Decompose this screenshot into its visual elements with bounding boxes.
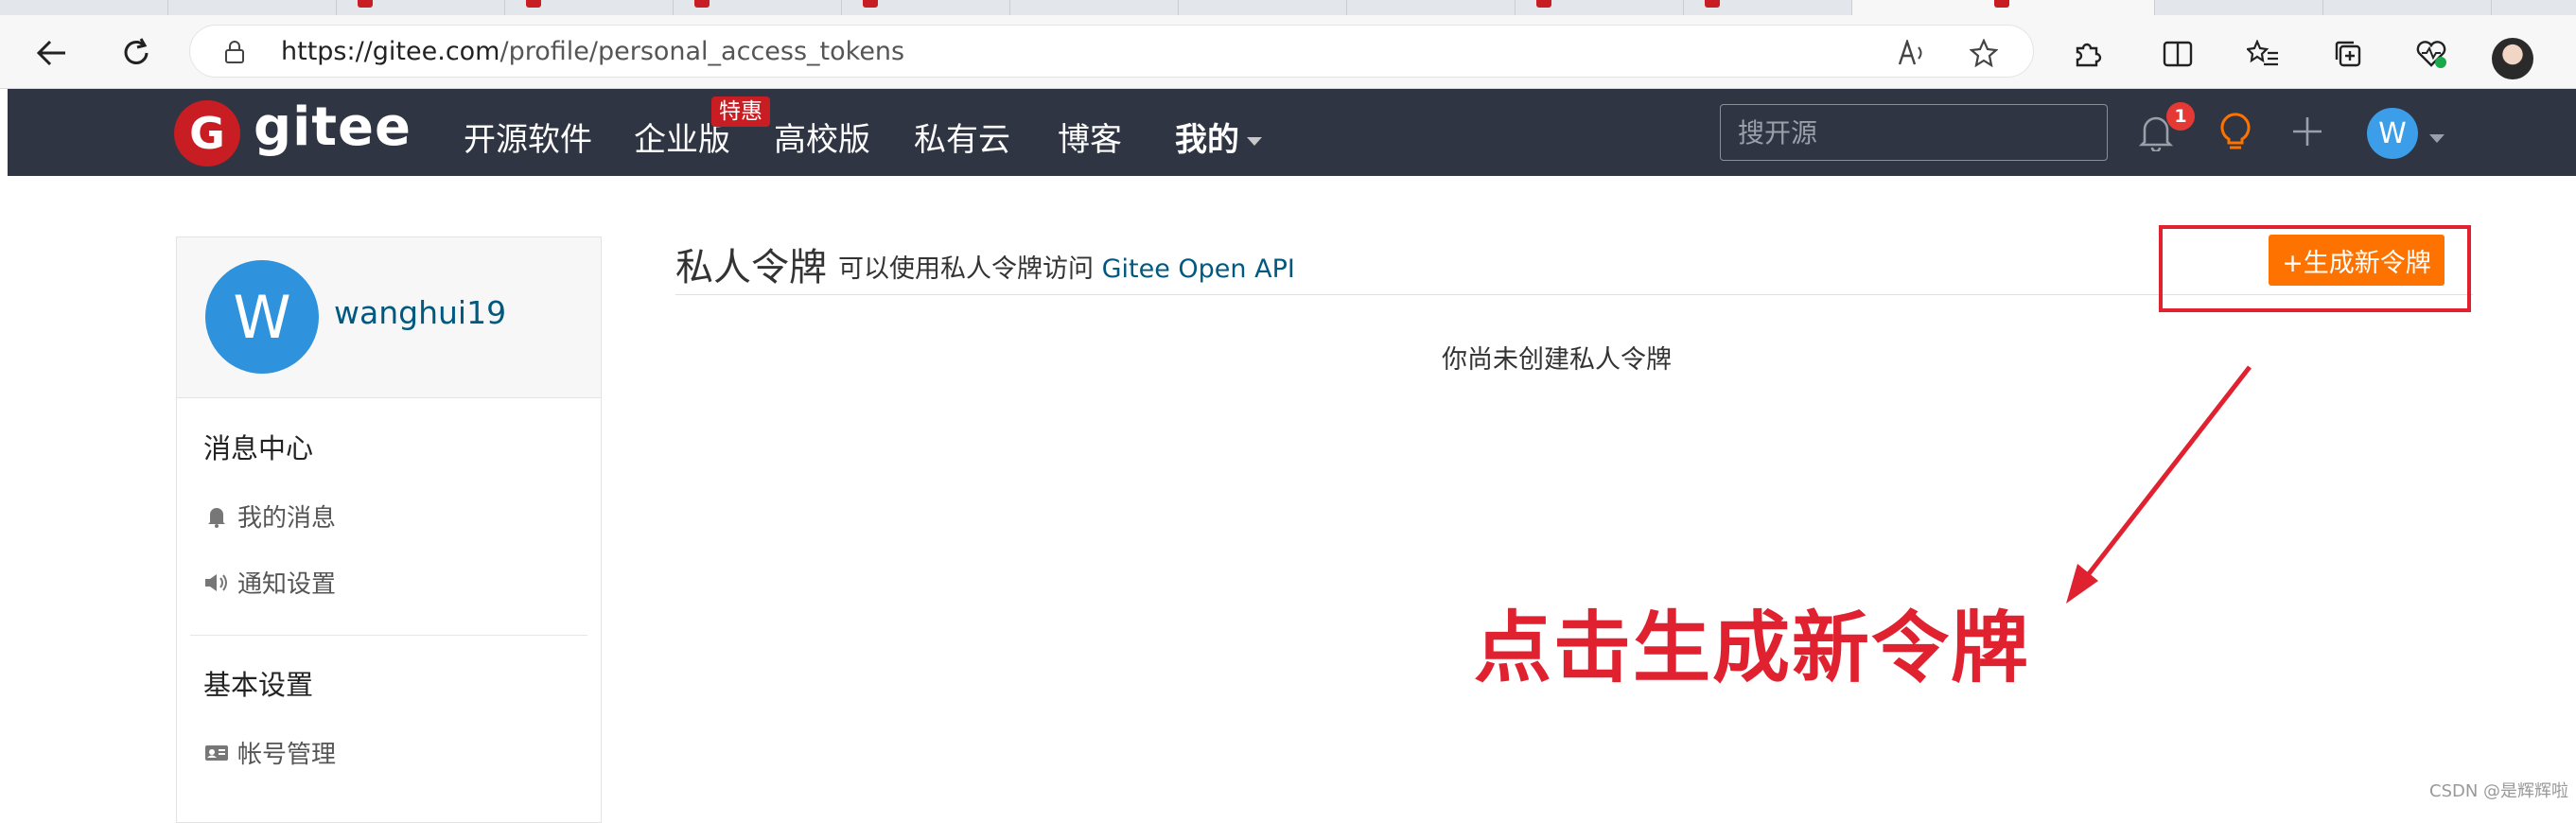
browser-tab[interactable] [1010, 0, 1179, 15]
browser-tab[interactable] [1516, 0, 1684, 15]
browser-tab[interactable] [1347, 0, 1516, 15]
tab-favicon-icon [694, 0, 710, 8]
nav-private-cloud[interactable]: 私有云 [914, 114, 1010, 160]
tab-favicon-icon [1536, 0, 1551, 8]
empty-state-message: 你尚未创建私人令牌 [1442, 345, 1672, 375]
sidebar-item-label: 通知设置 [237, 570, 337, 599]
split-screen-icon[interactable] [2161, 38, 2195, 70]
section-basic-settings: 基本设置 [203, 669, 314, 701]
nav-blog[interactable]: 博客 [1058, 114, 1122, 160]
back-icon[interactable] [34, 36, 68, 70]
annotation-highlight-box [2159, 225, 2471, 312]
browser-tab[interactable] [842, 0, 1010, 15]
sidebar-divider [190, 635, 587, 636]
sidebar-item-account[interactable]: 帐号管理 [203, 735, 336, 770]
browser-essentials-icon[interactable] [2414, 38, 2448, 70]
plus-icon[interactable] [2284, 108, 2331, 155]
favorite-star-icon[interactable] [1969, 39, 1999, 67]
browser-tab[interactable] [1684, 0, 1852, 15]
watermark-text: CSDN @是辉辉啦 [2429, 781, 2569, 801]
browser-tab[interactable] [2155, 0, 2323, 15]
notification-count-badge: 1 [2166, 102, 2195, 131]
profile-card: W wanghui19 [177, 237, 601, 398]
extensions-icon[interactable] [2070, 38, 2104, 70]
browser-profile-avatar[interactable] [2492, 38, 2533, 79]
sidebar-item-notify-settings[interactable]: 通知设置 [203, 565, 336, 600]
nav-open-source[interactable]: 开源软件 [464, 114, 592, 160]
sidebar-item-label: 我的消息 [237, 504, 337, 533]
page-title: 私人令牌 [675, 246, 827, 289]
browser-tab[interactable] [505, 0, 674, 15]
speaker-icon [203, 571, 230, 594]
browser-tab[interactable] [337, 0, 505, 15]
section-message-center: 消息中心 [203, 432, 314, 464]
tab-favicon-icon [1994, 0, 2009, 8]
user-avatar[interactable]: W [2367, 108, 2418, 159]
promo-badge: 特惠 [711, 96, 770, 127]
nav-education[interactable]: 高校版 [774, 114, 870, 160]
gitee-logo-text[interactable]: gitee [254, 96, 412, 158]
browser-tab[interactable] [674, 0, 842, 15]
settings-sidebar: W wanghui19 消息中心 我的消息 通知设置 基本设置 帐号管理 [176, 236, 602, 823]
nav-mine-label: 我的 [1175, 121, 1239, 159]
sidebar-item-my-messages[interactable]: 我的消息 [203, 499, 336, 534]
url-path: /profile/personal_access_tokens [499, 37, 905, 66]
browser-tab[interactable] [2323, 0, 2492, 15]
profile-avatar[interactable]: W [205, 260, 319, 374]
sidebar-item-label: 帐号管理 [237, 741, 337, 769]
lock-icon [224, 41, 245, 63]
browser-tab[interactable] [168, 0, 337, 15]
tab-favicon-icon [863, 0, 878, 8]
browser-toolbar: https://gitee.com/profile/personal_acces… [0, 15, 2576, 89]
search-box[interactable] [1720, 104, 2108, 161]
tab-favicon-icon [358, 0, 373, 8]
search-input[interactable] [1736, 114, 2086, 150]
page-subtitle: 可以使用私人令牌访问 Gitee Open API [838, 248, 1295, 285]
site-header: G gitee 开源软件 企业版 特惠 高校版 私有云 博客 我的 1 W [8, 89, 2576, 176]
read-aloud-icon[interactable] [1897, 39, 1927, 67]
tab-favicon-icon [526, 0, 541, 8]
lightbulb-icon[interactable] [2212, 108, 2259, 155]
subtitle-text: 可以使用私人令牌访问 [838, 254, 1094, 284]
id-card-icon [203, 742, 230, 764]
browser-tab[interactable] [1179, 0, 1347, 15]
chevron-down-icon [1247, 137, 1262, 146]
annotation-text: 点击生成新令牌 [1474, 604, 2031, 693]
profile-username[interactable]: wanghui19 [334, 294, 506, 331]
refresh-icon[interactable] [119, 36, 153, 70]
favorites-icon[interactable] [2246, 38, 2280, 70]
nav-mine[interactable]: 我的 [1175, 114, 1262, 160]
gitee-logo-icon[interactable]: G [174, 100, 240, 166]
url-text[interactable]: https://gitee.com/profile/personal_acces… [281, 37, 904, 66]
tab-favicon-icon [1705, 0, 1720, 8]
browser-tab[interactable] [0, 0, 168, 15]
browser-tab-active[interactable] [1852, 0, 2155, 15]
bell-icon [203, 505, 230, 528]
browser-tab-strip [0, 0, 2576, 15]
address-bar[interactable]: https://gitee.com/profile/personal_acces… [189, 25, 2034, 78]
gitee-open-api-link[interactable]: Gitee Open API [1102, 254, 1295, 284]
user-menu-chevron-down-icon[interactable] [2422, 129, 2445, 147]
url-host: https://gitee.com [281, 37, 500, 66]
collections-icon[interactable] [2331, 38, 2365, 70]
